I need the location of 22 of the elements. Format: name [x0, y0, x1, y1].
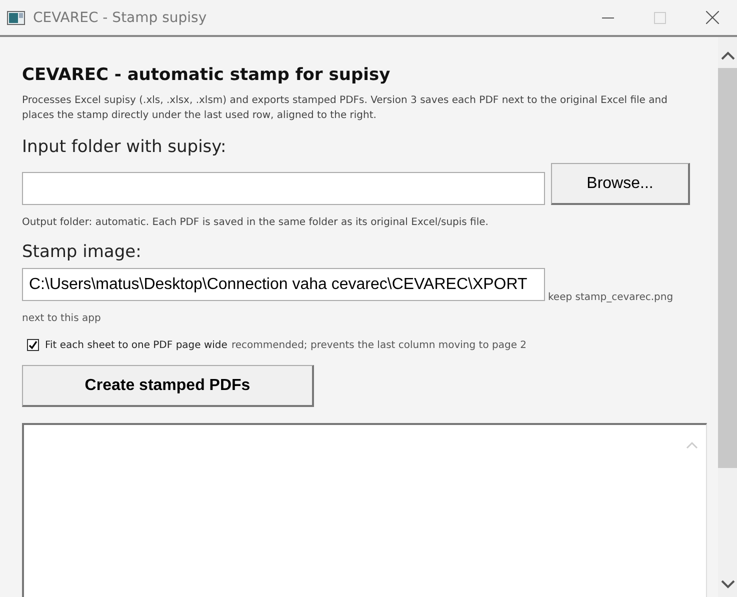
create-button[interactable]: Create stamped PDFs	[22, 365, 314, 407]
app-icon	[7, 10, 25, 24]
output-note: Output folder: automatic. Each PDF is saved in the same folder as its original Excel/supis file.	[22, 217, 490, 228]
input-field[interactable]: C:\Users\matus\Desktop\Connection vaha cevarec\CEVAREC\XPORT	[22, 268, 545, 301]
checkbox[interactable]	[27, 339, 39, 351]
field-label: Stamp image:	[22, 242, 142, 262]
field-label: Input folder with supisy:	[22, 137, 228, 157]
hint-text: keep stamp_cevarec.png	[548, 292, 674, 303]
heading: CEVAREC - automatic stamp for supisy	[22, 65, 392, 85]
scroll-thumb[interactable]	[718, 68, 737, 468]
close-icon[interactable]	[706, 11, 719, 24]
window-title: CEVAREC - Stamp supisy	[33, 10, 207, 26]
browse-button[interactable]: Browse...	[551, 163, 690, 205]
checkbox-label[interactable]: Fit each sheet to one PDF page wide	[45, 340, 228, 350]
input-field[interactable]	[22, 172, 545, 205]
scroll-down-icon[interactable]	[720, 580, 734, 589]
hint-text: next to this app	[22, 313, 102, 324]
description: Processes Excel supisy (.xls, .xlsx, .xlsm) and exports stamped PDFs. Version 3 saves each PDF next to the original Excel file and places the stamp directly under the last used row, aligned to the right.	[22, 94, 668, 123]
maximize-icon	[654, 12, 666, 24]
scrollbar[interactable]	[718, 37, 737, 597]
scroll-up-icon[interactable]	[720, 51, 734, 60]
note-text: recommended; prevents the last column moving to page 2	[231, 340, 527, 350]
